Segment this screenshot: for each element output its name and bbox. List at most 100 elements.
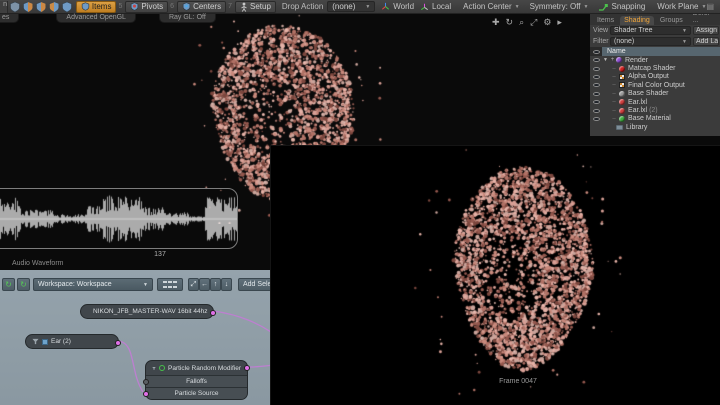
- local-axis-icon: [420, 2, 429, 11]
- particle-random-modifier-node[interactable]: Particle Random Modifier Falloffs Partic…: [145, 360, 248, 400]
- audio-node-title: NIKON_JFB_MASTER-WAV 16bit 44hz: [93, 308, 208, 315]
- viewport-tab-raygl[interactable]: Ray GL: Off: [159, 14, 216, 23]
- tree-connector: –: [609, 99, 619, 105]
- setup-button[interactable]: Setup: [235, 1, 276, 13]
- arrow-up-button[interactable]: ↑: [210, 278, 221, 291]
- drop-action-value: (none): [332, 2, 355, 11]
- grid-icon: [163, 281, 177, 288]
- centers-mode-button[interactable]: Centers: [177, 1, 226, 13]
- shield-icon[interactable]: [9, 1, 21, 13]
- shader-tree-row[interactable]: – Ear.lxl: [590, 98, 720, 106]
- action-center-button[interactable]: Action Center ▼: [463, 2, 519, 11]
- add-selected-button[interactable]: Add Selec: [238, 278, 270, 291]
- visibility-eye-icon[interactable]: [593, 83, 600, 87]
- visibility-eye-icon[interactable]: [593, 100, 600, 104]
- checker-icon: [619, 74, 625, 80]
- assign-material-button[interactable]: Assign Mat: [693, 26, 719, 35]
- centers-shortcut-hint: 7: [228, 3, 232, 10]
- view-row: View Shader Tree ▼ Assign Mat: [590, 25, 720, 36]
- shader-tree-row[interactable]: –Base Material: [590, 115, 720, 123]
- viewport-tab-advanced-opengl[interactable]: Advanced OpenGL: [56, 14, 136, 23]
- world-axis-button[interactable]: World: [381, 2, 414, 11]
- local-axis-button[interactable]: Local: [420, 2, 451, 11]
- shader-tree-row[interactable]: –Ear.lxl(2): [590, 106, 720, 114]
- orbit-icon[interactable]: ↻: [506, 17, 514, 27]
- expand-button[interactable]: ⤢: [188, 278, 199, 291]
- tree-connector: –: [609, 116, 619, 122]
- tree-connector: –: [609, 108, 619, 114]
- shader-item-label: Ear.lxl: [628, 107, 647, 114]
- fit-icon[interactable]: ⤢: [530, 17, 537, 27]
- arrow-left-icon: ←: [201, 281, 208, 288]
- shield-icon[interactable]: [35, 1, 47, 13]
- shader-tree-row[interactable]: ▼+Render: [590, 56, 720, 64]
- visibility-eye-icon[interactable]: [593, 92, 600, 96]
- input-port[interactable]: [143, 379, 149, 385]
- view-dropdown[interactable]: Shader Tree ▼: [610, 26, 691, 35]
- expander-icon[interactable]: ▼: [602, 57, 609, 63]
- clipped-toolbar-button[interactable]: n: [0, 1, 8, 13]
- symmetry-button[interactable]: Symmetry: Off ▼: [530, 2, 589, 11]
- arrow-left-button[interactable]: ←: [199, 278, 210, 291]
- more-icon[interactable]: ▸: [557, 17, 562, 27]
- shader-tree-row[interactable]: –Alpha Output: [590, 73, 720, 81]
- filter-dropdown[interactable]: (none) ▼: [610, 37, 691, 46]
- shield-icon[interactable]: [61, 1, 73, 13]
- add-layer-button[interactable]: Add Layer: [693, 37, 719, 46]
- workspace-reset-button[interactable]: ↻: [17, 278, 30, 291]
- work-plane-button[interactable]: Work Plane ▼: [657, 2, 706, 11]
- shader-tree-row[interactable]: –Base Shader: [590, 90, 720, 98]
- tab-shading[interactable]: Shading: [620, 16, 654, 25]
- particle-source-row[interactable]: Particle Source: [146, 387, 247, 399]
- audio-node[interactable]: NIKON_JFB_MASTER-WAV 16bit 44hz: [80, 304, 214, 319]
- shield-icon[interactable]: [48, 1, 60, 13]
- plus-icon: +: [609, 57, 616, 63]
- viewport-tab-clipped[interactable]: es: [0, 14, 19, 23]
- viewport-2-point-cloud[interactable]: [271, 146, 720, 405]
- items-mode-button[interactable]: Items: [76, 1, 117, 13]
- layout-icons[interactable]: ▤: [706, 2, 716, 11]
- workspace-value: Workspace: Workspace: [38, 281, 112, 288]
- grid-layout-button[interactable]: [157, 278, 183, 291]
- visibility-eye-icon[interactable]: [593, 117, 600, 121]
- input-port[interactable]: [143, 391, 149, 397]
- tab-as[interactable]: As: [716, 16, 720, 25]
- ear-node[interactable]: Ear (2): [25, 334, 119, 349]
- output-port[interactable]: [244, 365, 250, 371]
- zoom-icon[interactable]: ⌕: [519, 17, 524, 27]
- chevron-down-icon: ▼: [515, 4, 520, 10]
- visibility-eye-icon[interactable]: [593, 109, 600, 113]
- modifier-node-header[interactable]: Particle Random Modifier: [146, 361, 247, 375]
- shader-item-label: Final Color Output: [628, 82, 685, 89]
- visibility-eye-icon[interactable]: [593, 67, 600, 71]
- visibility-eye-icon[interactable]: [593, 75, 600, 79]
- checker-icon: [619, 82, 625, 88]
- pivots-label: Pivots: [141, 2, 163, 11]
- shield-icon[interactable]: [22, 1, 34, 13]
- shader-item-label: Library: [626, 124, 647, 131]
- falloffs-row[interactable]: Falloffs: [146, 375, 247, 387]
- arrow-down-icon: ↓: [225, 281, 229, 288]
- tab-defor-[interactable]: Defor ...: [689, 14, 714, 25]
- output-port[interactable]: [210, 310, 216, 316]
- shader-item-label: Ear.lxl: [628, 99, 647, 106]
- tab-groups[interactable]: Groups: [656, 16, 687, 25]
- viewport-2[interactable]: Frame 0047: [270, 145, 720, 405]
- drop-action-dropdown[interactable]: (none) ▼: [327, 1, 375, 12]
- snapping-button[interactable]: Snapping: [598, 2, 645, 11]
- pan-icon[interactable]: ✚: [492, 17, 500, 27]
- chevron-down-icon: ▼: [682, 28, 687, 34]
- visibility-eye-icon[interactable]: [593, 58, 600, 62]
- workspace-dropdown[interactable]: Workspace: Workspace ▼: [33, 278, 153, 291]
- shader-tree-row[interactable]: –Matcap Shader: [590, 64, 720, 72]
- arrow-down-button[interactable]: ↓: [221, 278, 232, 291]
- workspace-new-button[interactable]: ↻: [2, 278, 15, 291]
- output-port[interactable]: [115, 340, 121, 346]
- shader-tree-row[interactable]: –Final Color Output: [590, 81, 720, 89]
- settings-icon[interactable]: ⚙: [543, 17, 551, 27]
- shader-tree-row[interactable]: Library: [590, 123, 720, 131]
- pivots-mode-button[interactable]: Pivots: [125, 1, 168, 13]
- tree-connector: –: [609, 91, 619, 97]
- modifier-icon: [159, 365, 165, 371]
- tab-items[interactable]: Items: [593, 16, 618, 25]
